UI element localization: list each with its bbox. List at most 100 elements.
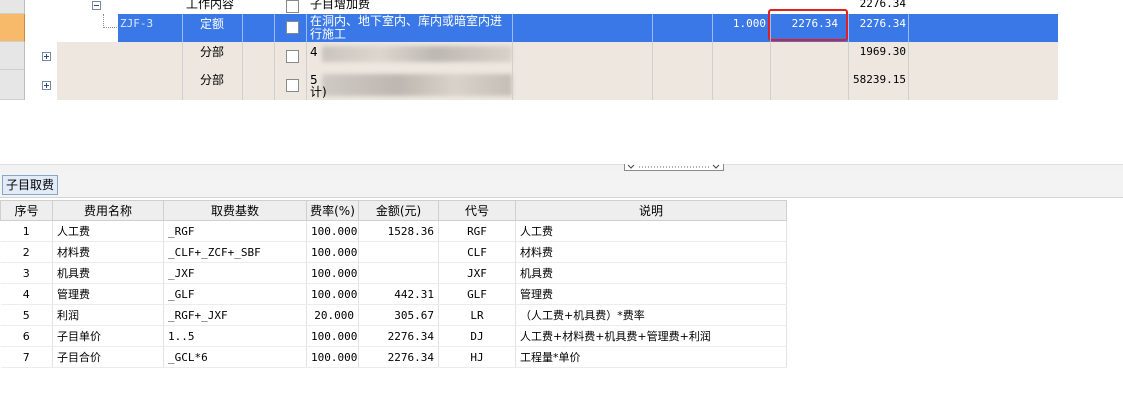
cell-base[interactable]: _JXF [163,262,307,284]
row-checkbox[interactable] [286,0,299,13]
row-checkbox[interactable] [286,79,299,92]
table-row[interactable]: 1 人工费 _RGF 100.000 1528.36 RGF 人工费 [0,220,787,242]
cell-base[interactable]: _GLF [163,283,307,305]
cell-description[interactable]: 工程量*单价 [515,346,787,368]
row-header[interactable] [0,42,25,70]
row-total: 58239.15 [853,73,906,86]
cell-index: 6 [0,325,53,347]
panel-splitter[interactable] [0,164,1123,173]
table-row[interactable]: 5 利润 _RGF+_JXF 20.000 305.67 LR （人工费+机具费… [0,304,787,326]
row-type: 定额 [200,17,225,31]
table-row[interactable]: 2 材料费 _CLF+_ZCF+_SBF 100.000 CLF 材料费 [0,241,787,263]
row-code: ZJF-3 [120,17,154,30]
cell-rate[interactable]: 100.000 [306,283,359,305]
grid-row-part[interactable]: 分部 5 计) 58239.15 [0,70,1058,100]
col-divider [182,14,183,42]
table-row[interactable]: 3 机具费 _JXF 100.000 JXF 机具费 [0,262,787,284]
cell-code[interactable]: JXF [438,262,516,284]
cell-rate[interactable]: 100.000 [306,262,359,284]
cell-description[interactable]: （人工费+机具费）*费率 [515,304,787,326]
cell-index: 1 [0,220,53,242]
col-divider [712,42,713,70]
col-header-code[interactable]: 代号 [438,200,516,221]
cell-base[interactable]: _GCL*6 [163,346,307,368]
row-header-selected[interactable] [0,14,25,42]
cell-fee-name[interactable]: 机具费 [52,262,164,284]
cell-amount: 305.67 [358,304,439,326]
cell-code[interactable]: GLF [438,283,516,305]
cell-rate[interactable]: 20.000 [306,304,359,326]
cell-base[interactable]: _RGF+_JXF [163,304,307,326]
col-header-base[interactable]: 取费基数 [163,200,307,221]
col-header-index[interactable]: 序号 [0,200,53,221]
col-divider [306,42,307,70]
collapse-icon[interactable] [92,1,101,10]
table-row[interactable]: 7 子目合价 _GCL*6 100.000 2276.34 HJ 工程量*单价 [0,346,787,368]
col-divider [182,42,183,70]
row-header[interactable] [0,0,25,14]
cell-base[interactable]: _CLF+_ZCF+_SBF [163,241,307,263]
cell-rate[interactable]: 100.000 [306,325,359,347]
cell-code[interactable]: HJ [438,346,516,368]
row-type: 分部 [200,73,225,87]
row-header[interactable] [0,70,25,100]
cell-fee-name[interactable]: 子目单价 [52,325,164,347]
row-qty: 1.000 [732,17,766,30]
row-name-line2: 行施工 [310,27,347,41]
row-checkbox[interactable] [286,21,299,34]
cell-fee-name[interactable]: 子目合价 [52,346,164,368]
col-divider [908,42,909,70]
table-row[interactable]: 4 管理费 _GLF 100.000 442.31 GLF 管理费 [0,283,787,305]
cell-fee-name[interactable]: 材料费 [52,241,164,263]
cell-description[interactable]: 管理费 [515,283,787,305]
col-divider [182,70,183,100]
col-header-description[interactable]: 说明 [515,200,787,221]
cell-rate[interactable]: 100.000 [306,241,359,263]
col-divider [242,70,243,100]
cell-index: 5 [0,304,53,326]
cell-amount: 442.31 [358,283,439,305]
cell-fee-name[interactable]: 管理费 [52,283,164,305]
cell-amount: 2276.34 [358,325,439,347]
cell-code[interactable]: CLF [438,241,516,263]
cell-index: 3 [0,262,53,284]
row-total: 2276.34 [859,17,906,30]
splitter-grip[interactable] [624,164,724,171]
col-divider [770,14,771,42]
cell-index: 2 [0,241,53,263]
cell-rate[interactable]: 100.000 [306,346,359,368]
cell-fee-name[interactable]: 利润 [52,304,164,326]
cell-base[interactable]: _RGF [163,220,307,242]
col-divider [712,70,713,100]
expand-icon[interactable] [42,52,51,61]
col-divider [512,42,513,70]
cell-description[interactable]: 人工费+材料费+机具费+管理费+利润 [515,325,787,347]
cell-rate[interactable]: 100.000 [306,220,359,242]
grid-row-part[interactable]: 分部 4 1969.30 [0,42,1058,70]
col-divider [848,42,849,70]
cell-description[interactable]: 人工费 [515,220,787,242]
row-name-suffix: 计) [310,85,327,99]
row-checkbox[interactable] [286,50,299,63]
col-divider [274,42,275,70]
table-row[interactable]: 6 子目单价 1..5 100.000 2276.34 DJ 人工费+材料费+机… [0,325,787,347]
expand-icon[interactable] [42,81,51,90]
col-divider [848,14,849,42]
redacted-text [322,74,512,96]
cell-description[interactable]: 材料费 [515,241,787,263]
cell-code[interactable]: LR [438,304,516,326]
cell-code[interactable]: DJ [438,325,516,347]
cell-fee-name[interactable]: 人工费 [52,220,164,242]
tab-item-fee[interactable]: 子目取费 [2,175,58,195]
tree-connector-h [103,27,117,29]
cell-base[interactable]: 1..5 [163,325,307,347]
col-divider [274,70,275,100]
col-header-amount[interactable]: 金额(元) [358,200,439,221]
cell-description[interactable]: 机具费 [515,262,787,284]
col-header-fee-name[interactable]: 费用名称 [52,200,164,221]
row-type: 分部 [200,45,225,59]
grid-row-content[interactable]: 工作内容 子目增加费 2276.34 [0,0,1058,14]
grid-row-selected[interactable]: ZJF-3 定额 在洞内、地下室内、库内或暗室内进 行施工 1.000 2276… [0,9,1058,42]
cell-code[interactable]: RGF [438,220,516,242]
col-header-rate[interactable]: 费率(%) [306,200,359,221]
